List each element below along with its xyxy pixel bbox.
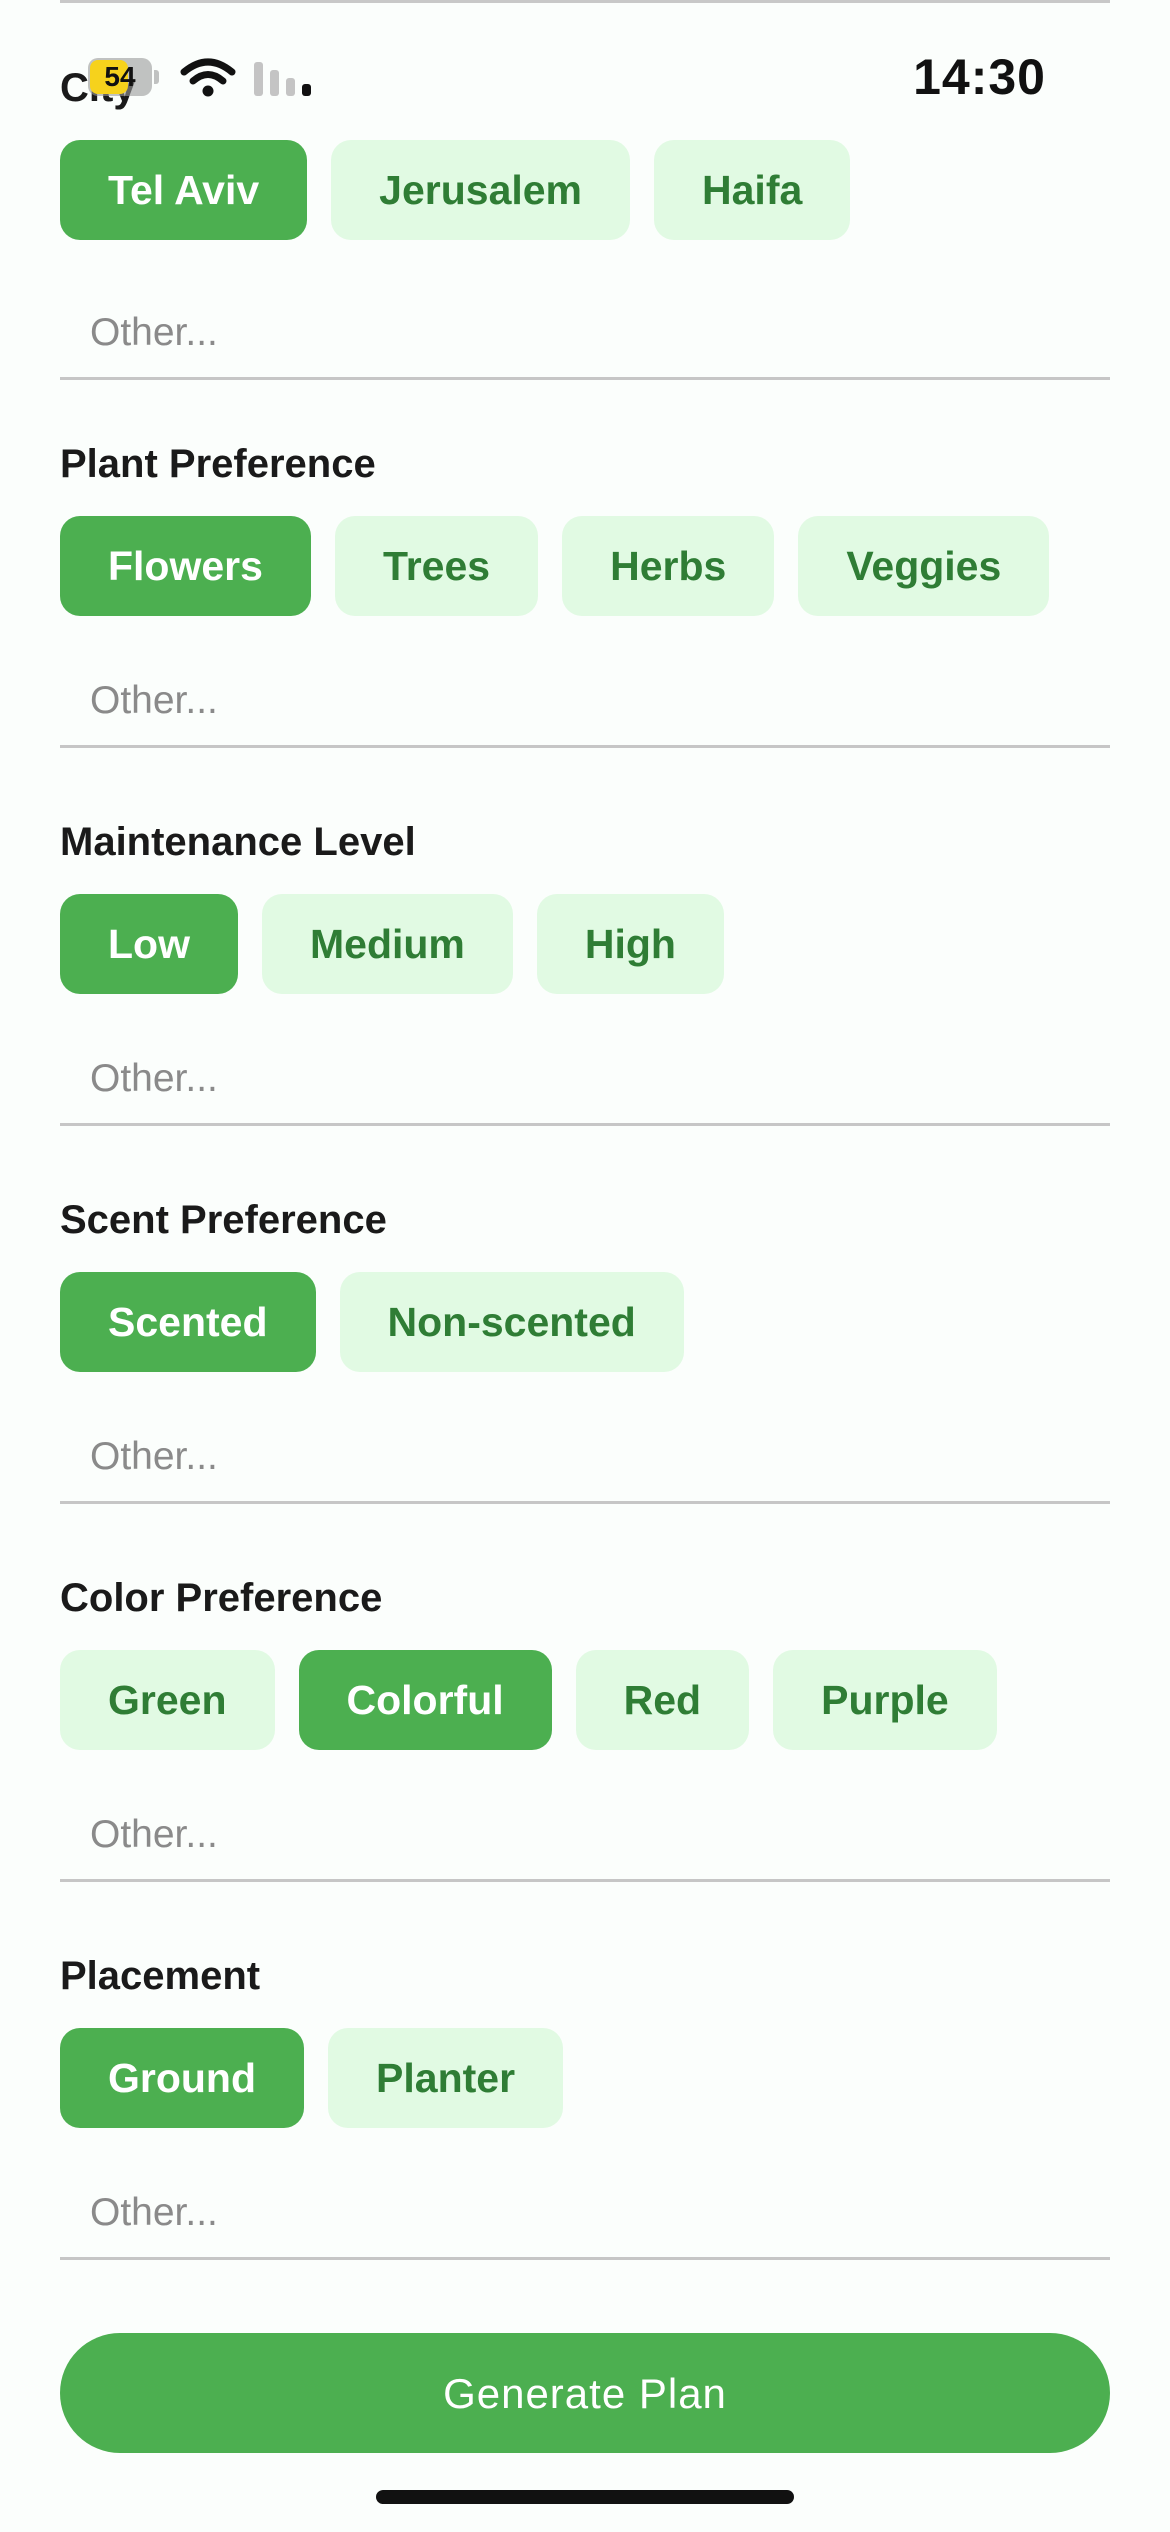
plant-preference-options: Flowers Trees Herbs Veggies: [60, 516, 1050, 616]
section-title: Color Preference: [60, 1576, 383, 1620]
battery-level: 54: [104, 61, 136, 92]
status-time: 14:30: [913, 49, 1046, 105]
maintenance-option-high[interactable]: High: [536, 894, 724, 994]
cellular-signal-icon: [254, 62, 311, 96]
city-option-haifa[interactable]: Haifa: [654, 140, 851, 240]
maintenance-option-medium[interactable]: Medium: [261, 894, 513, 994]
color-option-colorful[interactable]: Colorful: [298, 1650, 552, 1750]
city-other-input[interactable]: [60, 288, 1110, 380]
battery-icon: 54: [88, 58, 160, 96]
maintenance-level-options: Low Medium High: [60, 894, 724, 994]
city-option-jerusalem[interactable]: Jerusalem: [331, 140, 631, 240]
placement-option-ground[interactable]: Ground: [60, 2028, 305, 2128]
color-option-red[interactable]: Red: [575, 1650, 750, 1750]
color-preference-options: Green Colorful Red Purple: [60, 1650, 997, 1750]
maintenance-option-low[interactable]: Low: [60, 894, 238, 994]
section-title: Maintenance Level: [60, 820, 416, 864]
home-indicator[interactable]: [376, 2490, 794, 2504]
plant-option-veggies[interactable]: Veggies: [798, 516, 1050, 616]
placement-options: Ground Planter: [60, 2028, 564, 2128]
city-option-tel-aviv[interactable]: Tel Aviv: [60, 140, 308, 240]
scent-preference-other-input[interactable]: [60, 1412, 1110, 1504]
plant-option-trees[interactable]: Trees: [334, 516, 539, 616]
wifi-icon: [180, 58, 236, 97]
city-options: Tel Aviv Jerusalem Haifa: [60, 140, 851, 240]
status-bar: 54 14:30: [0, 0, 1170, 140]
section-title: Placement: [60, 1954, 261, 1998]
scent-preference-options: Scented Non-scented: [60, 1272, 684, 1372]
color-preference-other-input[interactable]: [60, 1790, 1110, 1882]
section-title: Plant Preference: [60, 442, 376, 486]
maintenance-level-other-input[interactable]: [60, 1034, 1110, 1126]
placement-option-planter[interactable]: Planter: [328, 2028, 564, 2128]
color-option-green[interactable]: Green: [60, 1650, 275, 1750]
scent-option-scented[interactable]: Scented: [60, 1272, 316, 1372]
color-option-purple[interactable]: Purple: [773, 1650, 997, 1750]
scent-option-non-scented[interactable]: Non-scented: [339, 1272, 684, 1372]
plant-option-flowers[interactable]: Flowers: [60, 516, 311, 616]
section-title: Scent Preference: [60, 1198, 387, 1242]
plant-preference-other-input[interactable]: [60, 656, 1110, 748]
plant-option-herbs[interactable]: Herbs: [562, 516, 775, 616]
generate-plan-button[interactable]: Generate Plan: [60, 2333, 1110, 2453]
placement-other-input[interactable]: [60, 2168, 1110, 2260]
